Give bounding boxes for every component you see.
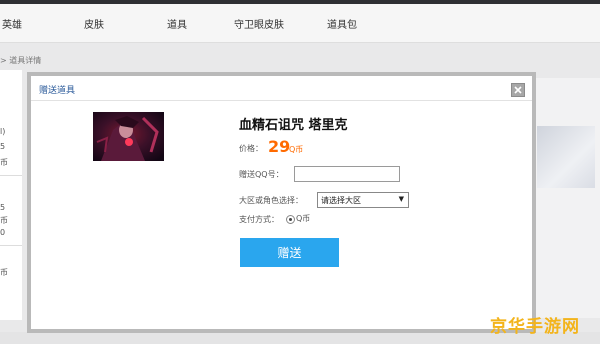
side-fragment: 币 [0, 268, 8, 277]
region-label: 大区或角色选择： [239, 196, 303, 205]
price-label: 价格： [239, 144, 263, 153]
nav-item-items[interactable]: 道具 [167, 16, 187, 31]
item-thumbnail [93, 112, 164, 161]
nav-item-item-bundles[interactable]: 道具包 [327, 16, 357, 31]
side-fragment: 币 [0, 158, 8, 167]
dialog-divider [31, 100, 532, 101]
side-fragment: 5 [0, 203, 6, 212]
dialog-title: 赠送道具 [39, 86, 76, 96]
nav-item-skins[interactable]: 皮肤 [84, 16, 104, 31]
nav-item-heroes[interactable]: 英雄 [2, 16, 22, 31]
background-art-image [537, 126, 595, 188]
main-nav: 英雄 皮肤 道具 守卫眼皮肤 道具包 [0, 4, 600, 43]
close-icon [514, 86, 522, 94]
gift-submit-button[interactable]: 赠送 [240, 238, 339, 267]
dropdown-arrow-icon: ▼ [398, 195, 404, 203]
item-name: 血精石诅咒 塔里克 [239, 118, 348, 133]
pay-method-label: 支付方式： [239, 215, 279, 224]
side-fragment: 币 [0, 216, 8, 225]
price-value: 29 [268, 137, 291, 156]
nav-item-ward-skins[interactable]: 守卫眼皮肤 [234, 16, 284, 31]
side-divider [0, 245, 22, 246]
gift-dialog: 赠送道具 血精石诅咒 塔里克 价格： 29 Q币 赠送QQ号： 大区或角色选择：… [27, 72, 536, 333]
region-select-value: 请选择大区 [321, 196, 361, 205]
price-unit: Q币 [289, 145, 304, 154]
qq-number-input[interactable] [294, 166, 400, 182]
region-select[interactable]: 请选择大区 ▼ [317, 192, 409, 208]
side-fragment: l) [0, 127, 6, 136]
pay-method-radio[interactable] [286, 215, 295, 224]
side-fragment: 5 [0, 142, 6, 151]
background-right-pane [532, 78, 600, 318]
qq-label: 赠送QQ号： [239, 170, 284, 179]
breadcrumb: > 道具详情 [0, 56, 42, 65]
close-button[interactable] [511, 83, 525, 97]
side-divider [0, 175, 22, 176]
side-fragment: 0 [0, 228, 6, 237]
site-watermark: 京华手游网 [490, 317, 580, 337]
background-list-pane: l) 5 币 5 币 0 币 [0, 70, 22, 320]
pay-method-option: Q币 [296, 214, 311, 223]
